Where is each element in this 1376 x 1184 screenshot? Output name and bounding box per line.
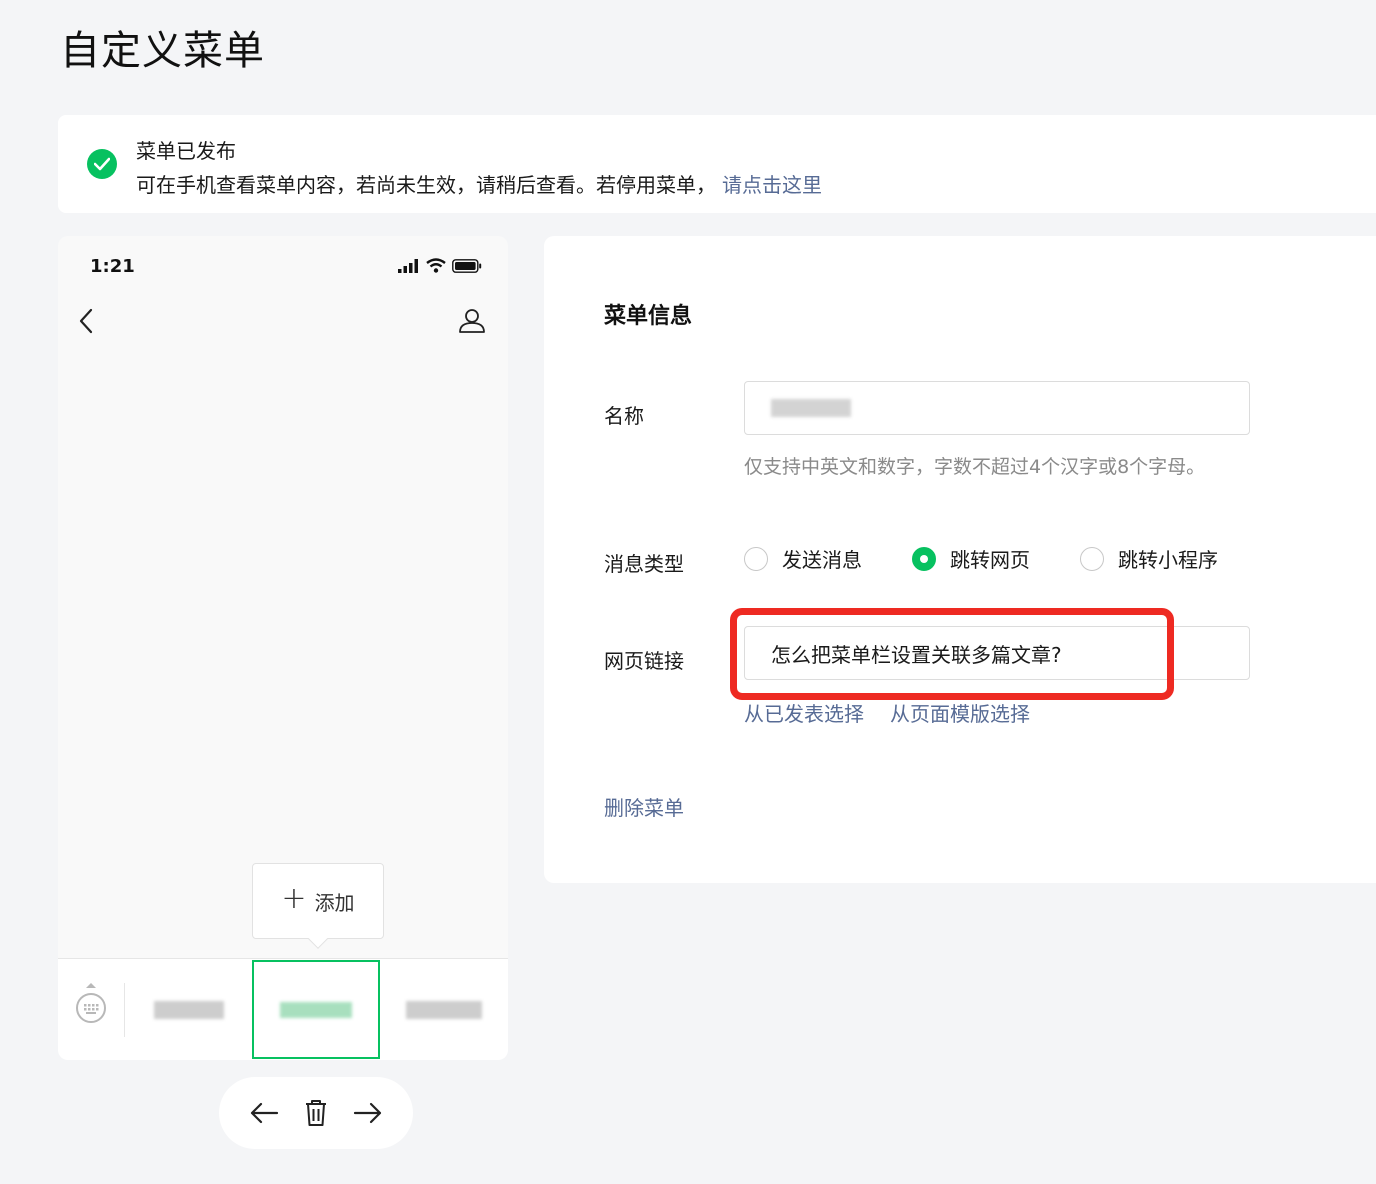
message-type-radios: 发送消息 跳转网页 跳转小程序 xyxy=(744,544,1268,573)
menu-info-panel: 菜单信息 名称 仅支持中英文和数字，字数不超过4个汉字或8个字母。 消息类型 发… xyxy=(544,236,1376,883)
panel-heading: 菜单信息 xyxy=(604,304,693,329)
menu-item-2-selected[interactable] xyxy=(252,960,380,1059)
radio-jump-webpage[interactable]: 跳转网页 xyxy=(912,544,1030,573)
status-icons xyxy=(398,258,482,273)
page-title: 自定义菜单 xyxy=(60,28,265,74)
radio-jump-miniprogram[interactable]: 跳转小程序 xyxy=(1080,544,1218,573)
phone-preview: 1:21 + 添加 xyxy=(58,236,508,1060)
check-icon xyxy=(87,149,117,179)
menu-item-3[interactable] xyxy=(380,959,508,1060)
profile-icon[interactable] xyxy=(458,308,486,338)
battery-icon xyxy=(452,258,482,273)
menu-toolbar xyxy=(219,1077,413,1149)
notice-title: 菜单已发布 xyxy=(136,139,236,163)
name-label: 名称 xyxy=(604,404,644,428)
delete-menu-link[interactable]: 删除菜单 xyxy=(604,792,684,821)
publish-notice: 菜单已发布 可在手机查看菜单内容，若尚未生效，请稍后查看。若停用菜单， 请点击这里 xyxy=(58,115,1376,213)
plus-icon: + xyxy=(281,881,307,916)
keyboard-icon[interactable] xyxy=(76,993,106,1023)
arrow-left-icon[interactable] xyxy=(249,1102,279,1124)
signal-icon xyxy=(398,258,418,273)
name-input[interactable] xyxy=(744,381,1250,435)
back-icon[interactable] xyxy=(78,308,94,338)
trash-icon[interactable] xyxy=(304,1099,328,1127)
status-time: 1:21 xyxy=(90,256,135,277)
wifi-icon xyxy=(426,258,446,273)
select-template-link[interactable]: 从页面模版选择 xyxy=(890,702,1030,726)
select-published-link[interactable]: 从已发表选择 xyxy=(744,702,864,726)
notice-description: 可在手机查看菜单内容，若尚未生效，请稍后查看。若停用菜单， 请点击这里 xyxy=(136,173,822,197)
name-hint: 仅支持中英文和数字，字数不超过4个汉字或8个字母。 xyxy=(744,456,1206,478)
arrow-right-icon[interactable] xyxy=(353,1102,383,1124)
radio-send-message[interactable]: 发送消息 xyxy=(744,544,862,573)
add-submenu-button[interactable]: + 添加 xyxy=(252,863,384,949)
url-source-links: 从已发表选择 从页面模版选择 xyxy=(744,698,1056,727)
disable-menu-link[interactable]: 请点击这里 xyxy=(722,173,822,197)
menu-bar xyxy=(58,958,508,1060)
url-label: 网页链接 xyxy=(604,649,684,673)
annotation-highlight-box xyxy=(730,608,1174,700)
type-label: 消息类型 xyxy=(604,552,684,576)
menu-item-1[interactable] xyxy=(125,959,253,1060)
add-label: 添加 xyxy=(314,890,355,915)
